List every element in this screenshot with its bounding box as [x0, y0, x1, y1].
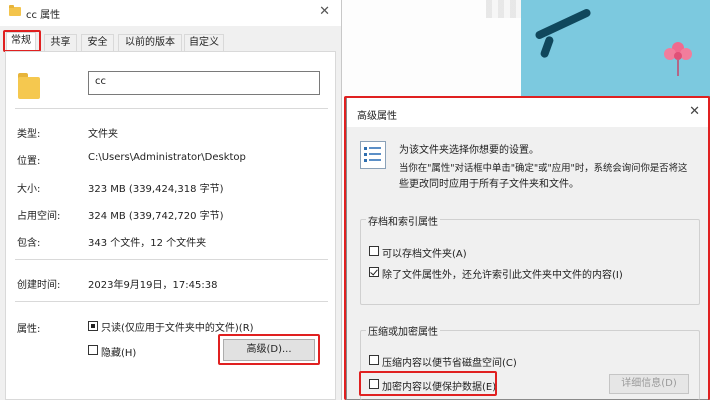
compress-checkbox[interactable]	[369, 355, 379, 365]
background-illustration	[521, 0, 710, 96]
readonly-label[interactable]: 只读(仅应用于文件夹中的文件)(R)	[101, 319, 254, 334]
hidden-label[interactable]: 隐藏(H)	[101, 344, 136, 359]
advanced-description-line1: 当你在"属性"对话框中单击"确定"或"应用"时，系统会询问你是否将这	[399, 163, 688, 174]
tab-sharing[interactable]: 共享	[44, 34, 77, 51]
created-label: 创建时间:	[17, 280, 61, 291]
archive-checkbox[interactable]	[369, 246, 379, 256]
archive-checkbox-label[interactable]: 可以存档文件夹(A)	[382, 245, 467, 260]
compress-encrypt-group-label: 压缩或加密属性	[366, 323, 440, 338]
index-checkbox[interactable]	[369, 267, 379, 277]
properties-titlebar: cc 属性 ✕	[0, 0, 341, 26]
type-value: 文件夹	[88, 129, 118, 140]
flower-icon	[664, 42, 692, 76]
advanced-description-line2: 些更改同时应用于所有子文件夹和文件。	[399, 179, 579, 190]
tab-security[interactable]: 安全	[81, 34, 114, 51]
folder-name-input[interactable]: cc	[88, 71, 320, 95]
compress-checkbox-label[interactable]: 压缩内容以便节省磁盘空间(C)	[382, 354, 517, 369]
properties-dialog: cc 属性 ✕ 常规 共享 安全 以前的版本 自定义 cc 类型: 文件夹 位置…	[0, 0, 342, 400]
folder-icon	[9, 5, 21, 16]
tab-customize[interactable]: 自定义	[184, 34, 224, 51]
properties-title: cc 属性	[26, 10, 61, 21]
advanced-intro: 为该文件夹选择你想要的设置。	[399, 145, 539, 156]
general-tab-highlight	[3, 30, 41, 52]
size-label: 大小:	[17, 184, 41, 195]
location-value: C:\Users\Administrator\Desktop	[88, 152, 246, 163]
readonly-checkbox[interactable]	[88, 321, 98, 331]
divider	[15, 259, 328, 260]
contains-value: 343 个文件，12 个文件夹	[88, 238, 207, 249]
size-value: 323 MB (339,424,318 字节)	[88, 184, 224, 195]
tab-previous-versions[interactable]: 以前的版本	[118, 34, 182, 51]
advanced-button-highlight	[218, 334, 320, 365]
settings-document-icon	[360, 141, 386, 169]
size-on-disk-label: 占用空间:	[17, 211, 61, 222]
encrypt-checkbox-highlight	[359, 371, 497, 396]
archive-index-group	[360, 219, 700, 305]
illustration-arm	[534, 7, 592, 41]
close-icon[interactable]: ✕	[319, 4, 330, 19]
index-checkbox-label[interactable]: 除了文件属性外，还允许索引此文件夹中文件的内容(I)	[382, 266, 623, 281]
location-label: 位置:	[17, 156, 41, 167]
divider	[15, 301, 328, 302]
contains-label: 包含:	[17, 238, 41, 249]
details-button[interactable]: 详细信息(D)	[609, 374, 689, 394]
size-on-disk-value: 324 MB (339,742,720 字节)	[88, 211, 224, 222]
archive-index-group-label: 存档和索引属性	[366, 213, 440, 228]
large-folder-icon	[16, 73, 42, 99]
illustration-leg	[539, 35, 555, 59]
type-label: 类型:	[17, 129, 41, 140]
created-value: 2023年9月19日，17:45:38	[88, 280, 218, 291]
hidden-checkbox[interactable]	[88, 345, 98, 355]
divider	[15, 108, 328, 109]
attributes-label: 属性:	[17, 324, 41, 335]
